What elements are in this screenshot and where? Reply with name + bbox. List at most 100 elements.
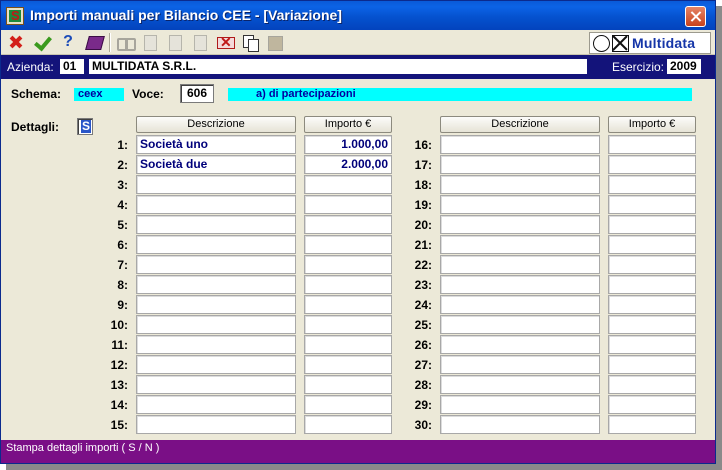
importo-cell[interactable]	[304, 315, 392, 334]
descrizione-cell[interactable]	[440, 215, 600, 234]
copy-icon[interactable]	[241, 33, 259, 52]
importo-cell[interactable]	[304, 355, 392, 374]
delete-icon[interactable]	[216, 33, 235, 51]
importo-cell[interactable]	[304, 175, 392, 194]
descrizione-cell[interactable]	[440, 355, 600, 374]
importo-cell[interactable]	[608, 375, 696, 394]
col-header-importo-right: Importo €	[608, 116, 696, 133]
descrizione-cell[interactable]	[440, 395, 600, 414]
importo-cell[interactable]	[608, 215, 696, 234]
descrizione-cell[interactable]	[136, 255, 296, 274]
row-number: 20:	[414, 218, 432, 232]
help-icon[interactable]: ?	[59, 33, 77, 51]
importo-cell[interactable]	[304, 335, 392, 354]
descrizione-cell[interactable]	[136, 335, 296, 354]
descrizione-cell[interactable]	[136, 175, 296, 194]
importo-cell[interactable]	[304, 295, 392, 314]
document-icon[interactable]	[166, 33, 184, 51]
schema-value: ceex	[74, 88, 124, 101]
row-number: 3:	[117, 178, 128, 192]
row-number: 11:	[111, 338, 128, 352]
importo-cell[interactable]	[608, 175, 696, 194]
descrizione-cell[interactable]	[136, 275, 296, 294]
descrizione-cell[interactable]	[440, 375, 600, 394]
confirm-icon[interactable]	[33, 33, 51, 51]
descrizione-cell[interactable]: Società due	[136, 155, 296, 174]
dettagli-value: S	[81, 119, 92, 133]
descrizione-cell[interactable]	[440, 275, 600, 294]
importo-cell[interactable]	[304, 195, 392, 214]
col-header-importo-left: Importo €	[304, 116, 392, 133]
azienda-label: Azienda:	[7, 60, 54, 74]
importo-cell[interactable]: 2.000,00	[304, 155, 392, 174]
row-number: 13:	[110, 378, 128, 392]
cancel-icon[interactable]	[7, 33, 25, 51]
row-number: 5:	[117, 218, 128, 232]
col-header-descrizione-right: Descrizione	[440, 116, 600, 133]
importo-cell[interactable]	[608, 135, 696, 154]
importo-cell[interactable]	[304, 415, 392, 434]
descrizione-cell[interactable]	[136, 375, 296, 394]
importo-cell[interactable]	[304, 255, 392, 274]
importo-cell[interactable]	[608, 395, 696, 414]
descrizione-cell[interactable]	[440, 255, 600, 274]
importo-cell[interactable]	[608, 335, 696, 354]
importo-cell[interactable]	[608, 315, 696, 334]
brand-logo: Multidata	[589, 32, 711, 54]
voce-field[interactable]: 606	[180, 84, 214, 103]
row-number: 1:	[117, 138, 128, 152]
company-bar: Azienda: 01 MULTIDATA S.R.L. Esercizio: …	[1, 55, 715, 79]
descrizione-cell[interactable]	[136, 395, 296, 414]
descrizione-cell[interactable]	[136, 295, 296, 314]
descrizione-cell[interactable]	[136, 415, 296, 434]
dettagli-field[interactable]: S	[77, 118, 93, 135]
book-icon[interactable]	[85, 33, 103, 51]
descrizione-cell[interactable]	[440, 295, 600, 314]
app-icon[interactable]: S	[6, 7, 24, 25]
descrizione-cell[interactable]	[136, 215, 296, 234]
descrizione-cell[interactable]	[136, 195, 296, 214]
descrizione-cell[interactable]	[136, 315, 296, 334]
importo-cell[interactable]	[608, 155, 696, 174]
close-button[interactable]	[685, 6, 706, 27]
descrizione-cell[interactable]	[440, 195, 600, 214]
descrizione-cell[interactable]	[136, 355, 296, 374]
importo-cell[interactable]	[608, 355, 696, 374]
importo-cell[interactable]	[304, 235, 392, 254]
row-number: 23:	[414, 278, 432, 292]
brand-name: Multidata	[632, 35, 696, 51]
row-number: 7:	[117, 258, 128, 272]
importo-cell[interactable]	[608, 255, 696, 274]
row-number: 10:	[110, 318, 128, 332]
document-icon[interactable]	[141, 33, 159, 51]
descrizione-cell[interactable]	[440, 175, 600, 194]
importo-cell[interactable]	[608, 235, 696, 254]
title-bar[interactable]: S Importi manuali per Bilancio CEE - [Va…	[1, 1, 715, 30]
importo-cell[interactable]: 1.000,00	[304, 135, 392, 154]
toolbar-separator	[109, 33, 111, 52]
paste-icon[interactable]	[266, 33, 284, 51]
descrizione-cell[interactable]	[440, 315, 600, 334]
descrizione-cell[interactable]	[440, 235, 600, 254]
document-icon[interactable]	[191, 33, 209, 51]
importo-cell[interactable]	[304, 215, 392, 234]
descrizione-cell[interactable]	[440, 155, 600, 174]
descrizione-cell[interactable]	[440, 415, 600, 434]
azienda-code: 01	[60, 59, 84, 74]
descrizione-cell[interactable]	[440, 335, 600, 354]
importo-cell[interactable]	[608, 415, 696, 434]
importo-cell[interactable]	[608, 195, 696, 214]
importo-cell[interactable]	[608, 275, 696, 294]
descrizione-cell[interactable]	[440, 135, 600, 154]
row-number: 16:	[414, 138, 432, 152]
binoculars-icon[interactable]	[116, 33, 136, 51]
descrizione-cell[interactable]: Società uno	[136, 135, 296, 154]
row-number: 15:	[110, 418, 128, 432]
descrizione-cell[interactable]	[136, 235, 296, 254]
importo-cell[interactable]	[304, 395, 392, 414]
importo-cell[interactable]	[304, 275, 392, 294]
row-number: 27:	[414, 358, 432, 372]
importo-cell[interactable]	[304, 375, 392, 394]
importo-cell[interactable]	[608, 295, 696, 314]
row-number: 19:	[414, 198, 432, 212]
